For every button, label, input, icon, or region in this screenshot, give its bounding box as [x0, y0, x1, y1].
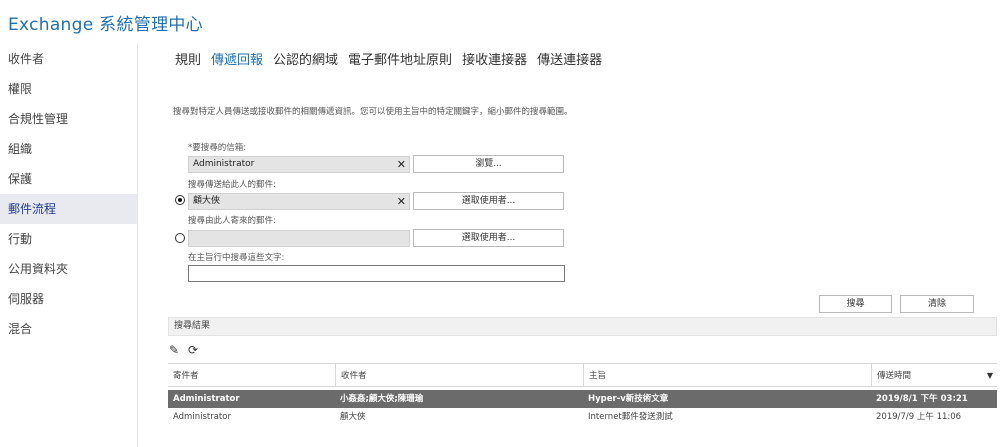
table-row[interactable]: Administrator 顧大俠 Internet郵件發送測試 2019/7/…: [168, 408, 997, 426]
sent-from-radio[interactable]: [175, 233, 185, 243]
row-sent-time: 2019/7/9 上午 11:06: [876, 412, 962, 422]
sent-time-header-label: 傳送時間: [877, 371, 912, 381]
select-recipient-button[interactable]: 選取使用者...: [413, 192, 564, 210]
tab-rules[interactable]: 規則: [175, 49, 201, 68]
sidebar-item-organization[interactable]: 組織: [0, 134, 137, 164]
form-description: 搜尋對特定人員傳送或接收郵件的相關傳遞資訊。您可以使用主旨中的特定關鍵字，縮小郵…: [173, 107, 573, 117]
sidebar-item-hybrid[interactable]: 混合: [0, 314, 137, 344]
refresh-icon[interactable]: ⟳: [188, 343, 198, 357]
clear-mailbox-icon[interactable]: ✕: [397, 157, 406, 172]
app-title: Exchange 系統管理中心: [8, 15, 203, 35]
column-header-subject[interactable]: 主旨: [583, 364, 871, 386]
sent-from-field[interactable]: [188, 230, 410, 247]
tab-receive-connectors[interactable]: 接收連接器: [462, 49, 527, 68]
results-table: 寄件者 收件者 主旨 傳送時間 ▼ Administrator 小姦姦;顧大俠;…: [168, 363, 997, 426]
subject-input[interactable]: [188, 265, 565, 282]
row-subject: Hyper-v新技術文章: [588, 394, 669, 404]
select-sender-button[interactable]: 選取使用者...: [413, 229, 564, 247]
column-header-recipient[interactable]: 收件者: [335, 364, 583, 386]
mailbox-value: Administrator: [193, 159, 255, 169]
sidebar-item-recipients[interactable]: 收件者: [0, 44, 137, 74]
table-row[interactable]: Administrator 小姦姦;顧大俠;陳珊瑜 Hyper-v新技術文章 2…: [168, 390, 997, 408]
row-sender: Administrator: [173, 394, 240, 404]
column-header-sender[interactable]: 寄件者: [168, 364, 335, 386]
sidebar: 收件者 權限 合規性管理 組織 保護 郵件流程 行動 公用資料夾 伺服器 混合: [0, 44, 138, 447]
sidebar-item-public-folders[interactable]: 公用資料夾: [0, 254, 137, 284]
sent-from-label: 搜尋由此人寄來的郵件:: [188, 216, 276, 226]
tab-send-connectors[interactable]: 傳送連接器: [537, 49, 602, 68]
column-header-sent-time[interactable]: 傳送時間 ▼: [871, 364, 997, 386]
row-sender: Administrator: [173, 412, 231, 422]
sidebar-item-servers[interactable]: 伺服器: [0, 284, 137, 314]
row-recipient: 顧大俠: [340, 412, 366, 422]
clear-button[interactable]: 清除: [900, 295, 974, 313]
row-recipient: 小姦姦;顧大俠;陳珊瑜: [340, 394, 424, 404]
mailbox-label: *要搜尋的信箱:: [188, 143, 247, 153]
sort-desc-icon[interactable]: ▼: [987, 364, 993, 386]
sidebar-item-mobile[interactable]: 行動: [0, 224, 137, 254]
sent-to-field[interactable]: 顧大俠 ✕: [188, 193, 410, 210]
tab-bar: 規則 傳遞回報 公認的網域 電子郵件地址原則 接收連接器 傳送連接器: [175, 49, 602, 68]
search-button[interactable]: 搜尋: [819, 295, 892, 313]
tab-email-address-policies[interactable]: 電子郵件地址原則: [348, 49, 452, 68]
sidebar-item-protection[interactable]: 保護: [0, 164, 137, 194]
clear-sent-to-icon[interactable]: ✕: [397, 194, 406, 209]
sidebar-item-permissions[interactable]: 權限: [0, 74, 137, 104]
results-header: 搜尋結果: [168, 317, 997, 336]
sent-to-value: 顧大俠: [193, 196, 221, 206]
tab-accepted-domains[interactable]: 公認的網域: [273, 49, 338, 68]
tab-delivery-reports[interactable]: 傳遞回報: [211, 49, 263, 68]
browse-button[interactable]: 瀏覽...: [413, 155, 564, 173]
edit-icon[interactable]: ✎: [169, 343, 179, 357]
row-subject: Internet郵件發送測試: [588, 412, 673, 422]
sent-to-label: 搜尋傳送給此人的郵件:: [188, 180, 276, 190]
sidebar-item-mail-flow[interactable]: 郵件流程: [0, 194, 137, 224]
sent-to-radio[interactable]: [175, 195, 185, 205]
subject-label: 在主旨行中搜尋這些文字:: [188, 253, 285, 263]
row-sent-time: 2019/8/1 下午 03:21: [876, 394, 968, 404]
table-header: 寄件者 收件者 主旨 傳送時間 ▼: [168, 363, 997, 387]
sidebar-item-compliance[interactable]: 合規性管理: [0, 104, 137, 134]
mailbox-field[interactable]: Administrator ✕: [188, 156, 410, 173]
